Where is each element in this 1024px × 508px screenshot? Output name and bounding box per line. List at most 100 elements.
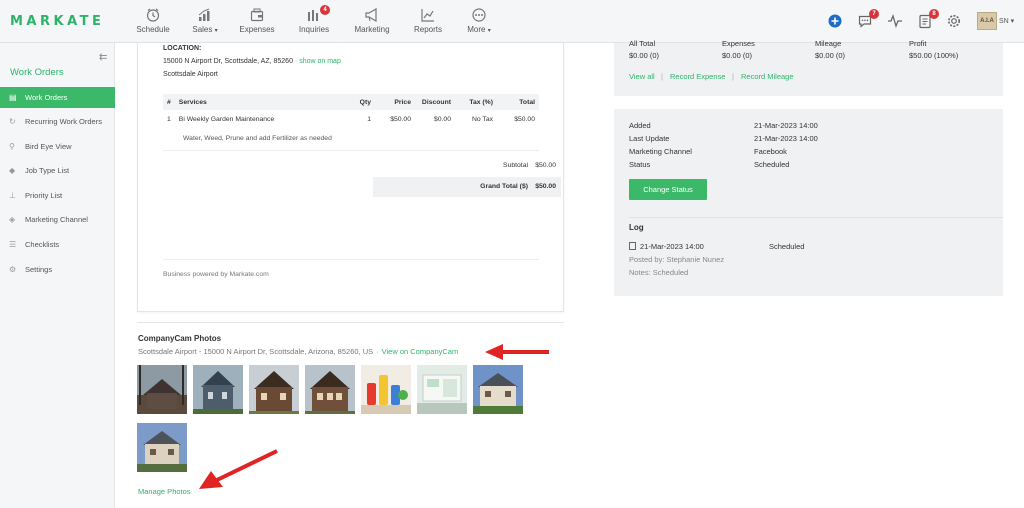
chevron-down-icon: ▾ (487, 28, 491, 34)
view-on-companycam-link[interactable]: View on CompanyCam (382, 347, 459, 356)
sidebar-item-bird-eye-view[interactable]: ⚲ Bird Eye View (0, 136, 115, 157)
summary-value: $0.00 (0) (815, 51, 846, 60)
service-price: $50.00 (390, 115, 411, 123)
summary-value: $50.00 (100%) (909, 51, 959, 60)
separator: | (732, 72, 734, 81)
sidebar-item-label: Job Type List (25, 166, 70, 175)
photo-thumbnail[interactable] (473, 365, 523, 414)
nav-label: Sales (192, 25, 213, 34)
companycam-subtitle: Scottsdale Airport - 15000 N Airport Dr,… (138, 347, 459, 356)
refresh-icon: ↻ (9, 117, 16, 126)
nav-schedule[interactable]: Schedule (123, 8, 183, 34)
chat-badge: 7 (869, 9, 879, 19)
sidebar-item-marketing-channel[interactable]: ◈ Marketing Channel (0, 209, 115, 230)
activity-icon[interactable] (887, 13, 903, 29)
tag-icon: ◆ (9, 166, 16, 175)
add-new-icon[interactable] (827, 13, 843, 29)
col-header: Total (497, 94, 539, 110)
thumbtack-icon: ⊥ (9, 191, 16, 200)
photo-thumbnail[interactable] (361, 365, 411, 414)
sidebar-item-recurring-work-orders[interactable]: ↻ Recurring Work Orders (0, 111, 115, 132)
collapse-sidebar-icon[interactable]: ⇇ (99, 52, 107, 63)
summary-label: Expenses (722, 39, 755, 48)
nav-marketing[interactable]: Marketing (342, 7, 402, 34)
detail-label: Added (629, 121, 651, 130)
nav-sales[interactable]: Sales ▾ (175, 8, 235, 34)
nav-expenses[interactable]: Expenses (227, 8, 287, 34)
box-icon: ◈ (9, 215, 16, 224)
summary-label: Profit (909, 39, 927, 48)
photo-thumbnail[interactable] (305, 365, 355, 414)
details-panel: Added 21-Mar-2023 14:00 Last Update 21-M… (614, 109, 1003, 296)
avatar[interactable]: A.I.A (977, 12, 997, 30)
nav-label: Marketing (354, 25, 390, 34)
nav-more[interactable]: More ▾ (449, 8, 509, 34)
photo-thumbnail[interactable] (249, 365, 299, 414)
sidebar-title: Work Orders (10, 67, 64, 78)
gear-icon[interactable] (946, 13, 962, 29)
chart-bars-icon (197, 8, 213, 22)
table-row: 1 Bi Weekly Garden Maintenance 1 $50.00 … (163, 110, 539, 128)
record-expense-link[interactable]: Record Expense (670, 72, 725, 81)
subtotal-value: $50.00 (535, 162, 556, 169)
inquiries-badge: 4 (320, 5, 330, 15)
detail-label: Marketing Channel (629, 147, 692, 156)
service-qty: 1 (367, 115, 371, 123)
annotation-arrow-icon (199, 449, 278, 489)
document-icon: ▤ (9, 93, 17, 102)
document-icon (629, 242, 636, 250)
chat-icon[interactable]: 7 (857, 9, 879, 29)
col-header: Discount (415, 94, 455, 110)
sidebar-item-priority-list[interactable]: ⊥ Priority List (0, 185, 115, 206)
sidebar-item-checklists[interactable]: ☰ Checklists (0, 234, 115, 255)
record-mileage-link[interactable]: Record Mileage (741, 72, 794, 81)
location-label: LOCATION: (163, 45, 202, 52)
financial-summary-panel: All Total $0.00 (0) Expenses $0.00 (0) M… (614, 39, 1003, 96)
sidebar-item-work-orders[interactable]: ▤ Work Orders (0, 87, 115, 108)
show-on-map-link[interactable]: show on map (299, 58, 341, 65)
summary-label: All Total (629, 39, 656, 48)
sidebar-item-settings[interactable]: ⚙ Settings (0, 259, 115, 280)
col-header: Tax (%) (455, 94, 497, 110)
col-header: Price (375, 94, 415, 110)
change-status-button[interactable]: Change Status (629, 179, 707, 200)
view-all-link[interactable]: View all (629, 72, 655, 81)
sidebar-item-label: Bird Eye View (25, 142, 72, 151)
sidebar: ⇇ Work Orders ▤ Work Orders ↻ Recurring … (0, 43, 115, 508)
service-name: Bi Weekly Garden Maintenance (178, 115, 275, 123)
bars-icon: 4 (306, 5, 330, 22)
log-title: Log (629, 223, 644, 232)
detail-label: Status (629, 160, 651, 169)
megaphone-icon (364, 7, 380, 23)
line-chart-icon (420, 8, 436, 22)
nav-inquiries[interactable]: 4 Inquiries (284, 5, 344, 34)
sidebar-item-label: Checklists (25, 240, 60, 249)
markate-logo[interactable]: MARKATE (10, 14, 104, 29)
col-header: # (163, 94, 175, 110)
divider (163, 259, 539, 260)
nav-label: Expenses (239, 25, 275, 34)
detail-value: Scheduled (754, 160, 790, 169)
service-total: $50.00 (514, 115, 535, 123)
user-menu[interactable]: SN ▾ (999, 17, 1014, 25)
divider (163, 150, 539, 151)
summary-label: Mileage (815, 39, 842, 48)
log-status: Scheduled (769, 242, 805, 251)
pin-icon: ⚲ (9, 142, 15, 151)
manage-photos-link[interactable]: Manage Photos (138, 487, 191, 496)
tasks-icon[interactable]: 8 (917, 9, 939, 29)
sidebar-item-job-type-list[interactable]: ◆ Job Type List (0, 160, 115, 181)
photo-thumbnail[interactable] (137, 365, 187, 414)
log-posted-by: Posted by: Stephanie Nunez (629, 255, 725, 264)
photo-thumbnail[interactable] (417, 365, 467, 414)
grand-total-value: $50.00 (535, 183, 556, 190)
companycam-address: Scottsdale Airport - 15000 N Airport Dr,… (138, 347, 374, 356)
photo-thumbnail[interactable] (193, 365, 243, 414)
main-content: LOCATION: 15000 N Airport Dr, Scottsdale… (115, 39, 1024, 508)
powered-by-text: Business powered by Markate.com (163, 271, 269, 278)
separator: | (661, 72, 663, 81)
sidebar-item-label: Settings (25, 265, 53, 274)
photo-thumbnail[interactable] (137, 423, 187, 472)
service-tax: No Tax (471, 115, 493, 123)
nav-label: Inquiries (298, 25, 330, 34)
